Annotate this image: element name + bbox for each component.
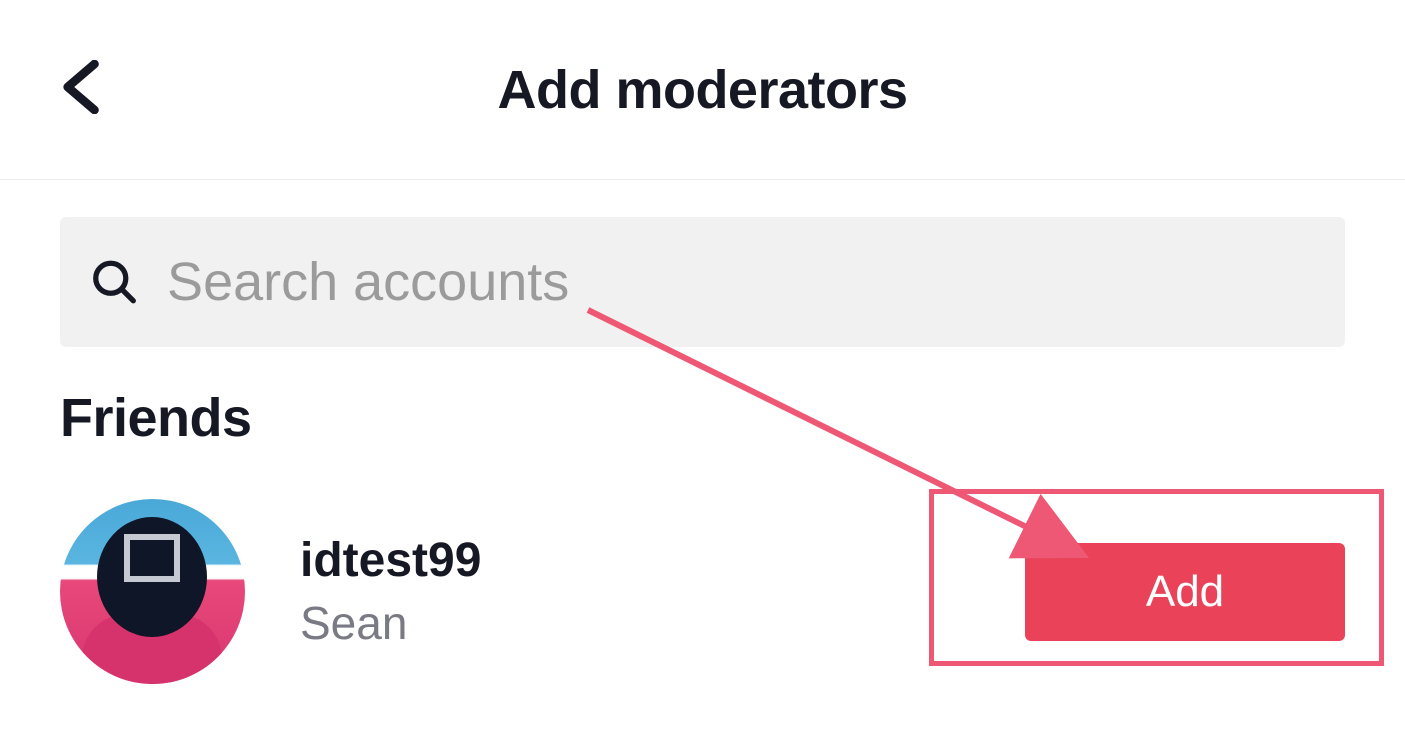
content-area: Friends idtest99 Sean Add: [0, 180, 1405, 684]
search-icon: [92, 258, 137, 306]
display-name: Sean: [300, 596, 1025, 650]
back-button[interactable]: [60, 60, 106, 119]
header: Add moderators: [0, 0, 1405, 180]
friend-info: idtest99 Sean: [300, 533, 1025, 650]
avatar[interactable]: [60, 499, 245, 684]
search-input[interactable]: [167, 251, 1313, 313]
add-button[interactable]: Add: [1025, 543, 1345, 641]
page-title: Add moderators: [60, 59, 1345, 121]
username: idtest99: [300, 533, 1025, 588]
chevron-left-icon: [60, 60, 106, 114]
search-bar[interactable]: [60, 217, 1345, 347]
friend-row: idtest99 Sean Add: [60, 499, 1345, 684]
section-title-friends: Friends: [60, 387, 1345, 449]
